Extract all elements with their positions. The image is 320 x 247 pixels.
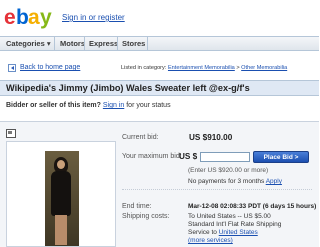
- end-time-value: Mar-12-08 02:08:33 PDT (6 days 15 hours): [188, 203, 317, 210]
- nav-divider: [117, 37, 118, 50]
- apply-link[interactable]: Apply: [266, 178, 282, 185]
- listed-prefix: Listed in category:: [121, 65, 168, 71]
- svg-text:y: y: [40, 6, 52, 29]
- nav-motors[interactable]: Motors: [60, 39, 85, 48]
- min-bid-hint: (Enter US $920.00 or more): [188, 167, 269, 174]
- place-bid-button[interactable]: Place Bid >: [253, 151, 309, 163]
- ebay-logo[interactable]: e b a y: [3, 2, 57, 30]
- bidder-status-bar: Bidder or seller of this item? Sign in f…: [0, 99, 319, 114]
- payments-offer: No payments for 3 months Apply: [188, 178, 282, 185]
- max-bid-currency: US $: [179, 152, 198, 161]
- nav-express[interactable]: Express: [89, 39, 118, 48]
- header: e b a y Sign in or register: [0, 0, 319, 36]
- item-title: Wikipedia's Jimmy (Jimbo) Wales Sweater …: [6, 83, 250, 93]
- item-main-panel: Current bid: US $910.00 Your maximum bid…: [0, 121, 319, 247]
- nav-stores[interactable]: Stores: [122, 39, 145, 48]
- breadcrumb: Back to home page Listed in category: En…: [0, 63, 319, 75]
- photo-sweater: [51, 171, 71, 216]
- bidder-sign-in-link[interactable]: Sign in: [103, 102, 124, 109]
- back-to-home-link[interactable]: Back to home page: [20, 64, 80, 71]
- top-nav: Categories ▾ Motors Express Stores: [0, 36, 319, 51]
- item-title-bar: Wikipedia's Jimmy (Jimbo) Wales Sweater …: [0, 80, 319, 96]
- listed-in-category: Listed in category: Entertainment Memora…: [121, 65, 287, 71]
- photo-face: [57, 160, 65, 169]
- max-bid-input[interactable]: [200, 152, 250, 162]
- united-states-link[interactable]: United States: [219, 229, 258, 236]
- category-link-other[interactable]: Other Memorabilia: [241, 65, 287, 71]
- current-bid-label: Current bid:: [122, 134, 159, 141]
- item-photo-frame: [6, 141, 116, 247]
- nav-divider: [54, 37, 55, 50]
- nav-categories[interactable]: Categories ▾: [6, 39, 51, 48]
- shipping-label: Shipping costs:: [122, 213, 170, 220]
- bidder-suffix: for your status: [124, 102, 171, 109]
- more-services-link[interactable]: (more services): [188, 237, 233, 244]
- svg-text:e: e: [4, 6, 16, 29]
- max-bid-label: Your maximum bid:: [122, 153, 182, 160]
- payments-text: No payments for 3 months: [188, 178, 266, 185]
- shipping-line-1: To United States -- US $5.00: [188, 213, 271, 220]
- shipping-service-prefix: Service to: [188, 229, 219, 236]
- shipping-line-2: Standard Int'l Flat Rate Shipping: [188, 221, 282, 228]
- sign-in-register-link[interactable]: Sign in or register: [62, 13, 125, 22]
- bidder-question: Bidder or seller of this item?: [6, 102, 101, 109]
- nav-divider: [147, 37, 148, 50]
- picture-tool-icon[interactable]: [6, 129, 16, 138]
- svg-text:a: a: [28, 6, 40, 29]
- end-time-label: End time:: [122, 203, 152, 210]
- current-bid-value: US $910.00: [189, 133, 233, 142]
- chevron-down-icon: ▾: [46, 39, 51, 48]
- category-link-entertainment[interactable]: Entertainment Memorabilia: [168, 65, 235, 71]
- back-arrow-icon[interactable]: [8, 64, 16, 72]
- photo-legs: [55, 215, 67, 245]
- shipping-line-3: Service to United States: [188, 229, 258, 236]
- svg-text:b: b: [16, 6, 29, 29]
- nav-categories-label: Categories: [6, 39, 45, 48]
- divider: [122, 189, 312, 190]
- nav-divider: [84, 37, 85, 50]
- bid-details: Current bid: US $910.00 Your maximum bid…: [122, 122, 319, 247]
- item-photo[interactable]: [45, 151, 79, 246]
